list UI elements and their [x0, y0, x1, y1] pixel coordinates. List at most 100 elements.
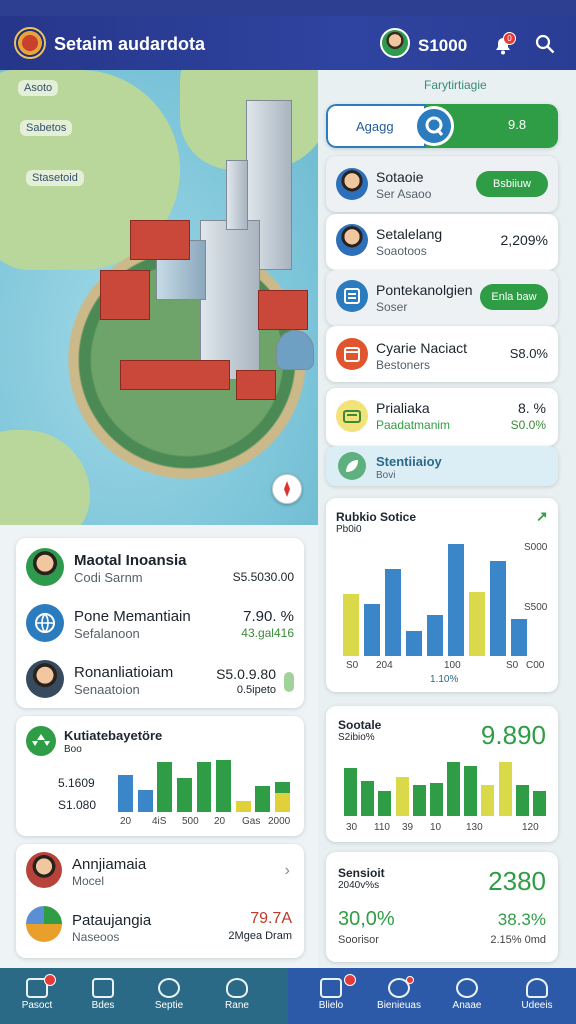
chart-bar — [447, 762, 461, 816]
tab-left[interactable]: Agagg — [326, 104, 426, 148]
item-name: Pontekanolgien — [376, 282, 473, 298]
item-value-secondary: 43.gal416 — [241, 626, 294, 640]
list-item[interactable]: Cyarie Naciact Bestoners S8.0% — [326, 326, 558, 382]
nav-item-chat[interactable]: Bienieuas — [366, 968, 432, 1024]
nav-badge — [44, 974, 56, 986]
bottom-nav: Pasoct Bdes Septie Rane Blielo Bienieuas… — [0, 968, 576, 1024]
x-tick-label: 20 — [120, 816, 132, 827]
bell-icon[interactable]: 0 — [492, 32, 516, 56]
chart-bar — [469, 591, 486, 656]
item-value: 79.7A — [250, 910, 292, 927]
compass-icon[interactable] — [272, 474, 302, 504]
account-list-card: Maotal Inoansia Codi Sarnm S5.5030.00 Po… — [16, 538, 304, 708]
item-sub: Bovi — [376, 470, 396, 481]
chart-subtitle: Pb0i0 — [336, 524, 362, 535]
chart-bar — [426, 614, 443, 656]
person-avatar-icon[interactable] — [26, 660, 64, 698]
nav-label: Anaae — [452, 1000, 482, 1011]
top-app-bar: Setaim audardota S1000 0 — [0, 16, 576, 70]
chart-footer: 1.10% — [430, 674, 459, 685]
nav-item-home[interactable]: Pasoct — [4, 968, 70, 1024]
y-tick-label: S000 — [524, 542, 548, 553]
x-tick-label: 4iS — [152, 816, 167, 827]
refresh-icon[interactable] — [414, 106, 454, 146]
app-logo[interactable] — [14, 27, 46, 59]
nav-item-shield[interactable]: Rane — [204, 968, 270, 1024]
list-item[interactable]: Pontekanolgien Soser Enla baw — [326, 270, 558, 326]
list-item[interactable]: Setalelang Soaotoos 2,209% — [326, 214, 558, 270]
chart-title: Rubkio Sotice — [336, 510, 417, 524]
item-value-secondary: 2Mgea Dram — [228, 930, 292, 942]
list-item[interactable]: Prialiaka Paadatmanim 8. % S0.0% — [326, 388, 558, 446]
globe-icon[interactable] — [26, 604, 64, 642]
bar-chart-card[interactable]: Kutiatebayetöre Boo 5.1609 S1.080 20 4iS… — [16, 716, 304, 836]
stat-sub-right: 2.15% 0md — [490, 934, 546, 946]
item-name[interactable]: Annjiamaia — [72, 856, 146, 873]
item-sub: Bestoners — [376, 358, 431, 372]
person-avatar-icon[interactable] — [26, 852, 62, 888]
item-name[interactable]: Pataujangia — [72, 912, 151, 929]
x-tick-label: S0 — [346, 660, 359, 671]
list-item[interactable]: Sotaoie Ser Asaoo Bsbiiuw — [326, 156, 558, 212]
item-name[interactable]: Pone Memantiain — [74, 608, 191, 625]
bar-chart-card[interactable]: Sootale S2ibio% 9.890 30 110 39 10 130 1… — [326, 706, 558, 842]
nav-label: Udeeis — [521, 1000, 553, 1011]
status-indicator — [284, 672, 294, 692]
item-name[interactable]: Maotal Inoansia — [74, 552, 187, 569]
chart-plot-area — [116, 756, 292, 812]
item-value: 8. % — [517, 400, 546, 416]
nav-item-buildings[interactable]: Bdes — [70, 968, 136, 1024]
map-label[interactable]: Stasetoid — [26, 170, 84, 186]
item-value-secondary: S0.0% — [510, 418, 546, 432]
red-roof-building — [258, 290, 308, 330]
chart-bar — [342, 593, 359, 656]
profile-avatar[interactable] — [380, 28, 410, 58]
calendar-icon — [336, 338, 368, 370]
item-name: Sotaoie — [376, 169, 424, 185]
edit-icon — [320, 978, 342, 998]
bar-chart-card[interactable]: Rubkio Sotice Pb0i0 ↗ S000 S500 S0 204 1… — [326, 498, 558, 692]
status-bar — [0, 0, 576, 16]
action-button[interactable]: Enla baw — [480, 284, 548, 310]
item-value: S5.5030.00 — [232, 570, 294, 584]
action-button[interactable]: Bsbiiuw — [476, 171, 548, 197]
chart-bar — [137, 789, 153, 812]
nav-badge — [406, 976, 414, 984]
x-tick-label: 500 — [182, 816, 199, 827]
x-tick-label: 30 — [346, 822, 358, 833]
item-sub: Paadatmanim — [376, 418, 451, 432]
nav-label: Pasoct — [21, 1000, 53, 1011]
x-tick-label: 204 — [376, 660, 393, 671]
x-tick-label: 120 — [522, 822, 539, 833]
leaf-icon — [338, 452, 366, 480]
nav-item-messages[interactable]: Blielo — [298, 968, 364, 1024]
item-sub: Mocel — [72, 874, 105, 888]
person-avatar-icon[interactable] — [26, 548, 64, 586]
item-name[interactable]: Ronanliatioiam — [74, 664, 173, 681]
list-item[interactable]: Stentiiaioy Bovi — [326, 446, 558, 486]
chevron-right-icon[interactable]: › — [285, 862, 290, 880]
nav-item-search[interactable]: Anaae — [434, 968, 500, 1024]
map-label[interactable]: Sabetos — [20, 120, 73, 136]
map-label[interactable]: Asoto — [18, 80, 59, 96]
network-icon — [158, 978, 180, 998]
chart-bar — [344, 768, 358, 816]
x-tick-label: S0 — [506, 660, 519, 671]
stat-card[interactable]: Sensioit 2040v%s 2380 30,0% Soorisor 38.… — [326, 852, 558, 962]
balance-value: S1000 — [418, 36, 468, 55]
search-icon[interactable] — [534, 33, 556, 55]
city-map[interactable]: Asoto Sabetos Stasetoid — [0, 70, 318, 525]
search-icon — [456, 978, 478, 998]
red-roof-building — [236, 370, 276, 400]
nav-item-profile[interactable]: Udeeis — [504, 968, 570, 1024]
segment-toggle[interactable]: Agagg 9.8 — [326, 104, 558, 148]
item-value: 2,209% — [500, 232, 548, 248]
chart-bar — [532, 791, 546, 816]
x-tick-label: 110 — [374, 822, 390, 833]
stat-subtitle: 2040v%s — [338, 880, 380, 891]
nav-item-network[interactable]: Septie — [136, 968, 202, 1024]
chart-title: Sootale — [338, 718, 382, 732]
item-name: Setalelang — [376, 226, 443, 242]
chart-bar — [429, 782, 443, 816]
pie-icon — [26, 906, 62, 942]
